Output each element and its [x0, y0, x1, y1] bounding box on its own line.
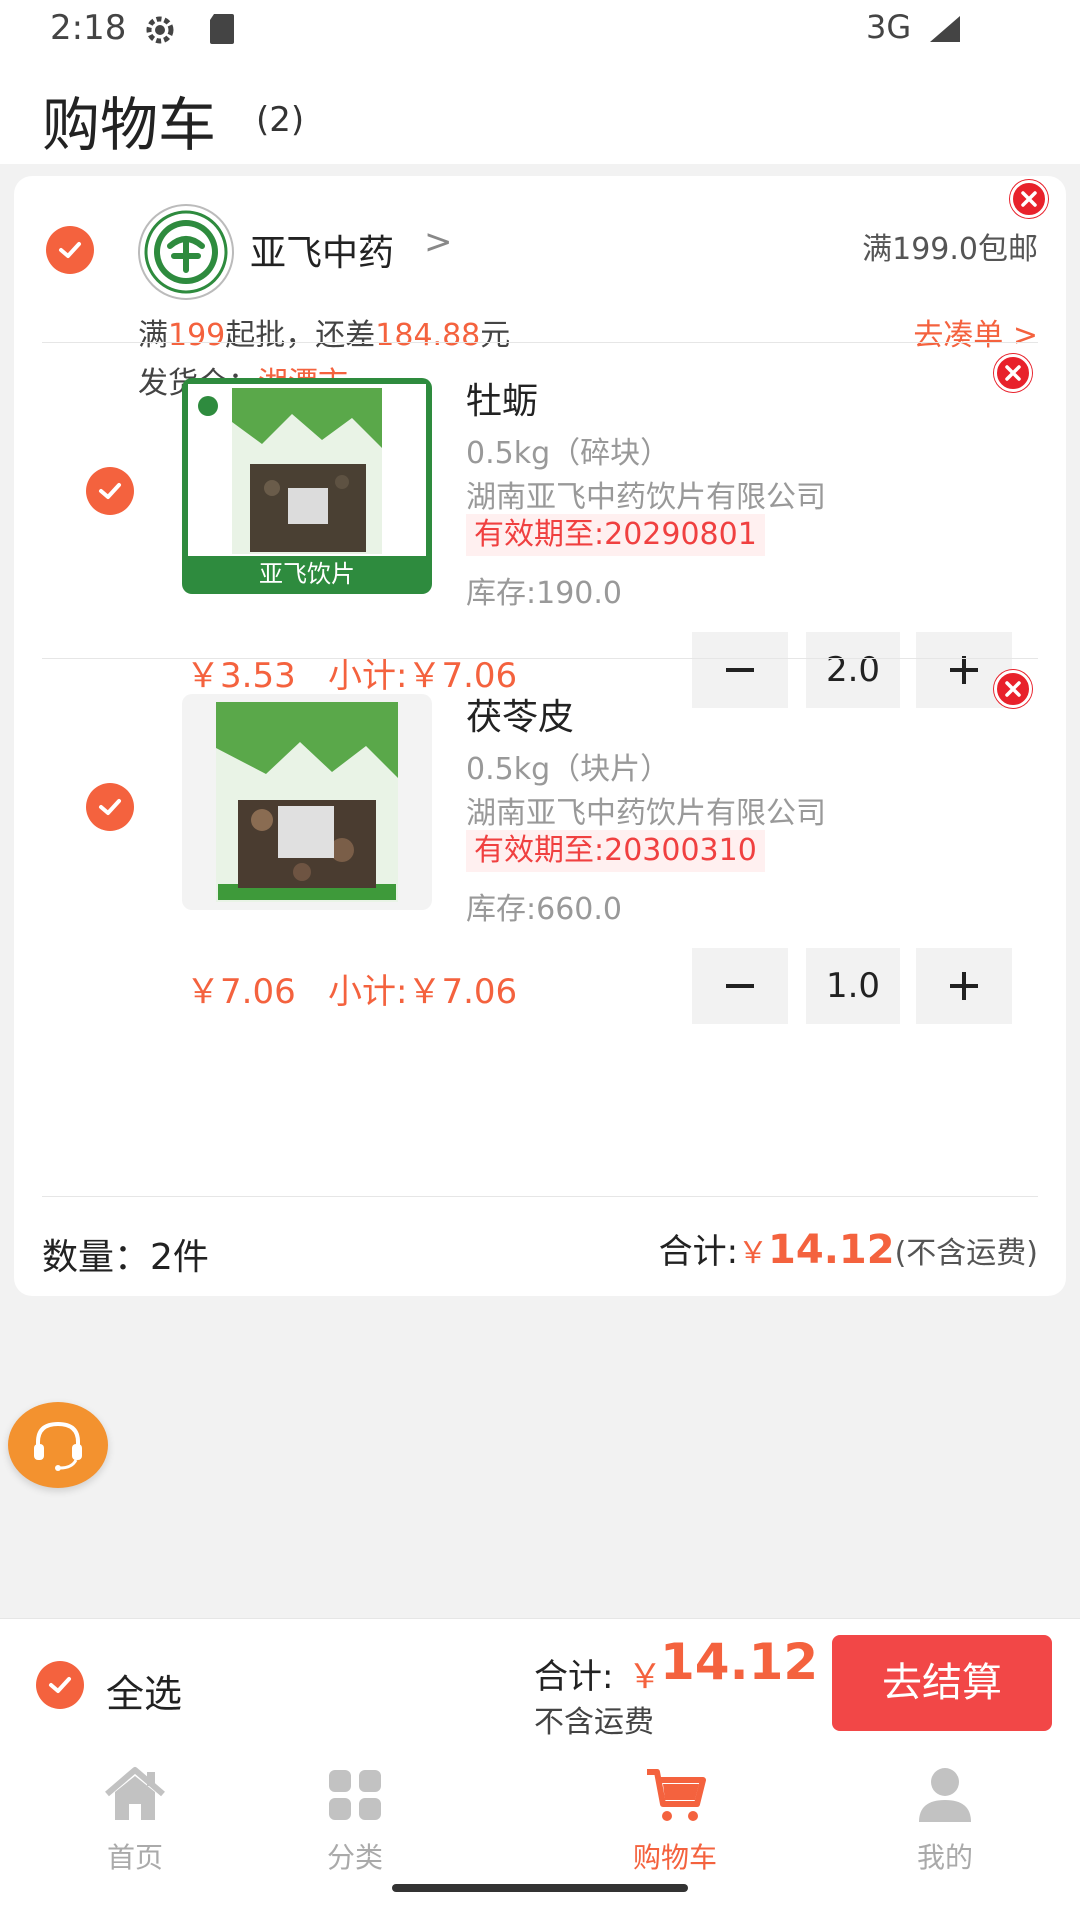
- delete-item-button[interactable]: [994, 670, 1032, 708]
- select-all-label[interactable]: 全选: [106, 1663, 182, 1718]
- item-checkbox[interactable]: [86, 467, 134, 515]
- qty-value[interactable]: 1.0: [806, 948, 900, 1024]
- user-icon: [919, 1768, 971, 1822]
- delete-item-button[interactable]: [994, 354, 1032, 392]
- store-name[interactable]: 亚飞中药: [250, 224, 394, 276]
- bar-total-amount: 14.12: [660, 1633, 819, 1691]
- customer-service-button[interactable]: [8, 1402, 108, 1488]
- tab-cart[interactable]: 购物车: [540, 1750, 810, 1880]
- item-spec: 0.5kg（块片）: [466, 752, 671, 787]
- cart-count: (2): [256, 100, 305, 140]
- settings-icon: [142, 12, 178, 52]
- qty-decrease-button[interactable]: [692, 948, 788, 1024]
- tab-mine[interactable]: 我的: [810, 1750, 1080, 1880]
- chevron-right-icon[interactable]: >: [424, 222, 453, 262]
- item-stock: 库存:190.0: [466, 576, 622, 611]
- status-bar: 2:18 3G: [0, 0, 1080, 60]
- free-shipping-note: 满199.0包邮: [862, 232, 1038, 267]
- item-expiry: 有效期至:20300310: [466, 830, 765, 872]
- item-expiry: 有效期至:20290801: [466, 514, 765, 556]
- page-title: 购物车: [42, 91, 217, 159]
- item-spec: 0.5kg（碎块）: [466, 436, 671, 471]
- item-name[interactable]: 茯苓皮: [466, 688, 574, 740]
- summary-quantity: 数量：2件: [42, 1237, 209, 1278]
- store-cart-card: 亚飞中药 > 满199.0包邮 满199起批，还差184.88元 去凑单 > 发…: [14, 176, 1066, 1296]
- signal-icon: [928, 14, 962, 48]
- summary-total: 合计:￥14.12(不含运费): [659, 1224, 1038, 1273]
- delete-store-button[interactable]: [1010, 180, 1048, 218]
- sd-card-icon: [208, 12, 236, 50]
- network-type: 3G: [866, 8, 912, 46]
- store-checkbox[interactable]: [46, 226, 94, 274]
- store-logo[interactable]: [138, 204, 234, 300]
- item-manufacturer: 湖南亚飞中药饮片有限公司: [466, 480, 826, 515]
- product-label-band: 亚飞饮片: [259, 560, 355, 588]
- bar-total-label: 合计:: [534, 1657, 614, 1697]
- item-subtotal: 小计:￥7.06: [328, 972, 518, 1012]
- qty-increase-button[interactable]: [916, 948, 1012, 1024]
- category-icon: [329, 1770, 381, 1820]
- product-image[interactable]: 亚飞饮片: [182, 378, 432, 594]
- bar-shipping-note: 不含运费: [534, 1705, 654, 1740]
- product-image[interactable]: [182, 694, 432, 910]
- tab-label: 购物车: [632, 1841, 717, 1874]
- item-stock: 库存:660.0: [466, 892, 622, 927]
- item-name[interactable]: 牡蛎: [466, 372, 538, 424]
- checkout-bar: 全选 合计: ￥ 14.12 不含运费 去结算: [0, 1618, 1080, 1750]
- bottom-tab-bar: 首页 分类 购物车 我的: [0, 1750, 1080, 1920]
- home-icon: [105, 1767, 165, 1820]
- item-price: ￥7.06: [186, 972, 296, 1012]
- home-indicator: [392, 1884, 688, 1892]
- page-header: 购物车 (2): [0, 60, 1080, 164]
- checkout-button[interactable]: 去结算: [832, 1635, 1052, 1731]
- cart-icon: [647, 1769, 706, 1821]
- tab-label: 分类: [326, 1841, 383, 1874]
- divider: [42, 1196, 1038, 1197]
- select-all-checkbox[interactable]: [36, 1661, 84, 1709]
- headset-icon: [34, 1421, 82, 1471]
- tab-label: 我的: [916, 1841, 973, 1874]
- tab-category[interactable]: 分类: [220, 1750, 490, 1880]
- item-manufacturer: 湖南亚飞中药饮片有限公司: [466, 796, 826, 831]
- item-checkbox[interactable]: [86, 783, 134, 831]
- summary-shipping-note: (不含运费): [894, 1236, 1038, 1271]
- status-time: 2:18: [50, 8, 127, 48]
- summary-total-amount: 14.12: [768, 1227, 895, 1273]
- bar-total-yen: ￥: [628, 1657, 662, 1697]
- summary-total-label: 合计:: [658, 1232, 739, 1272]
- cart-item: 茯苓皮 0.5kg（块片） 湖南亚飞中药饮片有限公司 有效期至:20300310…: [14, 658, 1066, 1044]
- summary-yen: ￥: [738, 1236, 769, 1271]
